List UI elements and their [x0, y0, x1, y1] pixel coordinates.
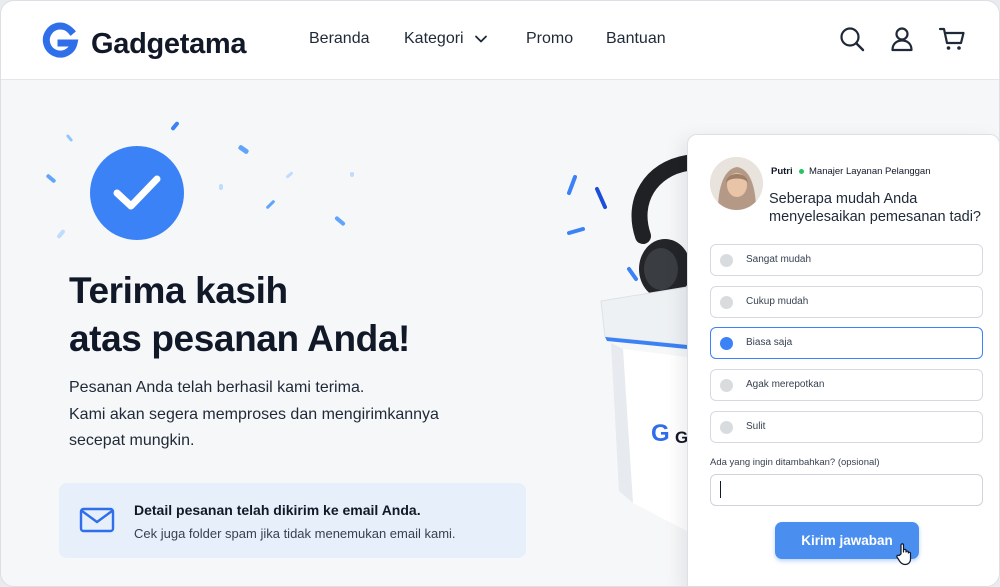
option-sangat-mudah[interactable]: Sangat mudah — [710, 244, 983, 276]
brand-name[interactable]: Gadgetama — [91, 28, 247, 61]
description-line: Kami akan segera memproses dan mengirimk… — [69, 405, 439, 423]
question-line: menyelesaikan pemesanan tadi? — [769, 208, 981, 225]
cart-icon[interactable] — [938, 25, 966, 53]
option-label: Sangat mudah — [746, 254, 812, 265]
envelope-icon — [79, 507, 115, 533]
agent-name: Putri — [771, 166, 793, 177]
site-header: Gadgetama Beranda Kategori Promo Bantuan — [1, 1, 999, 80]
gadgetama-logo-icon[interactable] — [41, 21, 79, 59]
option-agak-merepotkan[interactable]: Agak merepotkan — [710, 369, 983, 401]
option-label: Cukup mudah — [746, 296, 809, 307]
option-cukup-mudah[interactable]: Cukup mudah — [710, 286, 983, 318]
agent-role: Manajer Layanan Pelanggan — [809, 166, 931, 177]
survey-question: Seberapa mudah Anda menyelesaikan pemesa… — [769, 191, 981, 226]
nav-beranda[interactable]: Beranda — [309, 30, 370, 48]
confetti — [65, 133, 74, 143]
email-notice-title: Detail pesanan telah dikirim ke email An… — [134, 502, 421, 518]
email-notice-card: Detail pesanan telah dikirim ke email An… — [59, 483, 526, 558]
text-caret — [720, 481, 721, 498]
additional-comment-label: Ada yang ingin ditambahkan? (opsional) — [710, 457, 880, 468]
option-biasa-saja[interactable]: Biasa saja — [710, 327, 983, 359]
description-line: secepat mungkin. — [69, 432, 195, 449]
question-line: Seberapa mudah Anda — [769, 191, 918, 207]
radio-button[interactable] — [720, 421, 733, 434]
chevron-down-icon[interactable] — [474, 32, 488, 46]
title-line: atas pesanan Anda! — [69, 318, 410, 359]
description-line: Pesanan Anda telah berhasil kami terima. — [69, 379, 365, 396]
confetti — [334, 215, 346, 227]
product-box-illustration — [567, 155, 695, 531]
hand-pointer-icon — [896, 543, 912, 566]
feedback-survey-panel: Putri Manajer Layanan Pelanggan Seberapa… — [687, 134, 999, 586]
radio-button[interactable] — [720, 254, 733, 267]
page-frame: Gadgetama Beranda Kategori Promo Bantuan… — [0, 0, 1000, 587]
additional-comment-input[interactable] — [710, 474, 983, 506]
confetti — [45, 173, 57, 184]
confetti — [237, 144, 250, 155]
radio-button-selected[interactable] — [720, 337, 733, 350]
confetti — [219, 184, 223, 190]
radio-button[interactable] — [720, 379, 733, 392]
confetti — [265, 199, 276, 210]
confetti — [56, 228, 66, 240]
nav-bantuan[interactable]: Bantuan — [606, 30, 666, 48]
option-sulit[interactable]: Sulit — [710, 411, 983, 443]
title-line: Terima kasih — [69, 270, 288, 311]
nav-kategori[interactable]: Kategori — [404, 30, 464, 48]
option-label: Sulit — [746, 421, 766, 432]
order-description: Pesanan Anda telah berhasil kami terima.… — [69, 375, 439, 455]
confetti — [170, 120, 180, 132]
agent-avatar — [710, 157, 763, 210]
confetti — [350, 172, 354, 177]
success-check-icon — [90, 146, 184, 240]
radio-button[interactable] — [720, 296, 733, 309]
search-icon[interactable] — [838, 25, 866, 53]
option-label: Agak merepotkan — [746, 379, 825, 390]
online-status-icon — [799, 169, 804, 174]
nav-promo[interactable]: Promo — [526, 30, 573, 48]
user-icon[interactable] — [888, 25, 916, 53]
email-notice-subtitle: Cek juga folder spam jika tidak menemuka… — [134, 526, 456, 541]
box-logo: G — [651, 420, 670, 447]
option-label: Biasa saja — [746, 337, 793, 348]
confetti — [285, 171, 294, 179]
page-title: Terima kasih atas pesanan Anda! — [69, 267, 410, 363]
